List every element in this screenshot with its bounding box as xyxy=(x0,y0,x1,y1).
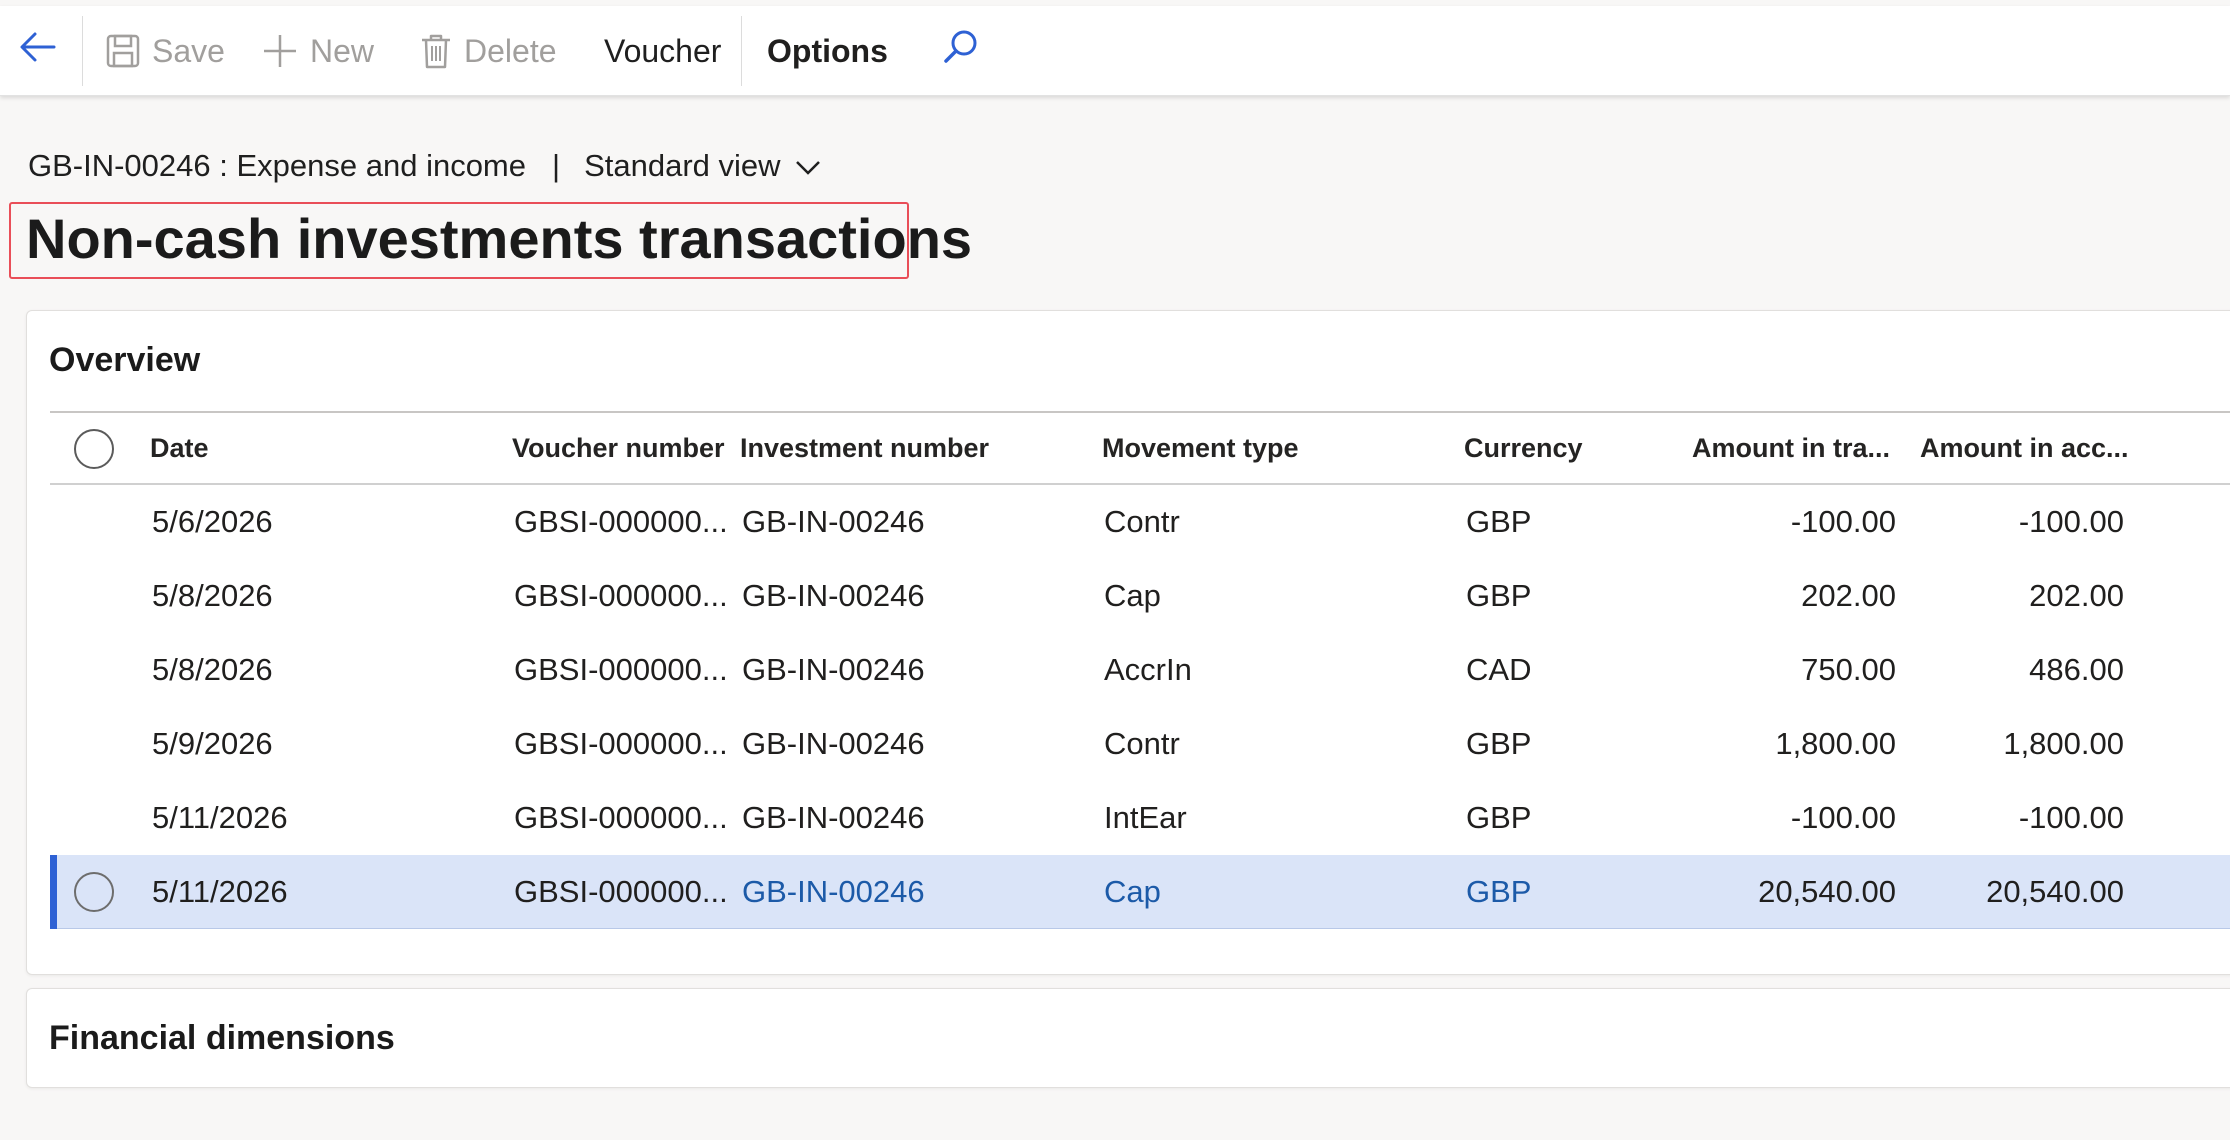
cell-amount-accounting: 20,540.00 xyxy=(1986,873,2124,909)
search-button[interactable] xyxy=(942,6,980,96)
cell-date: 5/8/2026 xyxy=(152,652,273,687)
cell-amount-accounting: 1,800.00 xyxy=(2003,726,2124,761)
cell-voucher-number: GBSI-000000... xyxy=(514,652,728,687)
cell-currency: CAD xyxy=(1466,652,1532,687)
cell-amount-accounting: 486.00 xyxy=(2029,652,2124,687)
new-label: New xyxy=(310,32,375,69)
cell-amount-transaction: -100.00 xyxy=(1790,800,1896,835)
column-header-amount-accounting[interactable]: Amount in acc... xyxy=(1920,413,2129,483)
new-button[interactable]: New xyxy=(262,6,374,96)
column-header-date[interactable]: Date xyxy=(150,413,209,483)
cell-investment-number: GB-IN-00246 xyxy=(742,800,925,835)
column-header-movement-type[interactable]: Movement type xyxy=(1102,413,1299,483)
breadcrumb: GB-IN-00246 : Expense and income | Stand… xyxy=(28,148,821,184)
voucher-button[interactable]: Voucher xyxy=(604,6,721,96)
cell-investment-number: GB-IN-00246 xyxy=(742,578,925,613)
voucher-label: Voucher xyxy=(604,32,722,69)
back-arrow-icon xyxy=(18,27,58,75)
select-all-radio[interactable] xyxy=(74,429,114,469)
cell-investment-number: GB-IN-00246 xyxy=(742,726,925,761)
cell-voucher-number: GBSI-000000... xyxy=(514,578,728,613)
table-row[interactable]: 5/9/2026 GBSI-000000... GB-IN-00246 Cont… xyxy=(50,707,2230,781)
cell-amount-transaction: 1,800.00 xyxy=(1775,726,1896,761)
cell-amount-transaction: 750.00 xyxy=(1801,652,1896,687)
overview-section-title[interactable]: Overview xyxy=(49,341,200,380)
cell-amount-accounting: 202.00 xyxy=(2029,578,2124,613)
cell-voucher-number: GBSI-000000... xyxy=(514,800,728,835)
column-header-investment-number[interactable]: Investment number xyxy=(740,413,989,483)
toolbar-divider xyxy=(741,16,742,86)
cell-date: 5/11/2026 xyxy=(152,873,288,909)
chevron-down-icon xyxy=(781,148,821,184)
cell-movement-type: Contr xyxy=(1104,726,1180,761)
breadcrumb-separator: | xyxy=(552,148,561,183)
save-button[interactable]: Save xyxy=(106,6,225,96)
cell-currency: GBP xyxy=(1466,726,1532,761)
breadcrumb-record: GB-IN-00246 : Expense and income xyxy=(28,148,526,183)
table-row[interactable]: 5/11/2026 GBSI-000000... GB-IN-00246 Int… xyxy=(50,781,2230,855)
cell-currency: GBP xyxy=(1466,578,1532,613)
cell-voucher-number: GBSI-000000... xyxy=(514,726,728,761)
table-row[interactable]: 5/8/2026 GBSI-000000... GB-IN-00246 Cap … xyxy=(50,559,2230,633)
column-header-amount-transaction[interactable]: Amount in tra... xyxy=(1692,413,1890,483)
cell-voucher-number: GBSI-000000... xyxy=(514,504,728,539)
cell-currency: GBP xyxy=(1466,504,1532,539)
grid-header-row: Date Voucher number Investment number Mo… xyxy=(50,413,2230,485)
selected-row-indicator xyxy=(50,855,57,929)
toolbar-divider xyxy=(82,16,83,86)
plus-icon xyxy=(262,33,298,69)
cell-amount-transaction: -100.00 xyxy=(1790,504,1896,539)
delete-label: Delete xyxy=(464,32,557,69)
cell-movement-type: IntEar xyxy=(1104,800,1187,835)
cell-date: 5/8/2026 xyxy=(152,578,273,613)
page-title: Non-cash investments transactions xyxy=(26,207,973,270)
cell-date: 5/9/2026 xyxy=(152,726,273,761)
cell-currency: GBP xyxy=(1466,800,1532,835)
row-select-radio[interactable] xyxy=(74,872,114,912)
options-label: Options xyxy=(767,32,888,69)
column-header-currency[interactable]: Currency xyxy=(1464,413,1583,483)
financial-dimensions-title[interactable]: Financial dimensions xyxy=(49,1019,395,1058)
save-icon xyxy=(106,34,140,68)
column-header-voucher-number[interactable]: Voucher number xyxy=(512,413,725,483)
cell-movement-type: AccrIn xyxy=(1104,652,1192,687)
view-selector-label: Standard view xyxy=(584,148,781,183)
cell-investment-number: GB-IN-00246 xyxy=(742,652,925,687)
cell-amount-transaction: 202.00 xyxy=(1801,578,1896,613)
cell-movement-type: Cap xyxy=(1104,578,1161,613)
cell-movement-type: Contr xyxy=(1104,504,1180,539)
save-label: Save xyxy=(152,32,225,69)
cell-date: 5/6/2026 xyxy=(152,504,273,539)
options-tab[interactable]: Options xyxy=(767,6,888,96)
delete-icon xyxy=(420,33,452,69)
financial-dimensions-section: Financial dimensions xyxy=(26,988,2230,1088)
delete-button[interactable]: Delete xyxy=(420,6,557,96)
action-pane-toolbar: Save New Delete Voucher Options xyxy=(0,6,2230,96)
cell-investment-number-link[interactable]: GB-IN-00246 xyxy=(742,855,925,928)
cell-movement-type-link[interactable]: Cap xyxy=(1104,855,1161,928)
table-row[interactable]: 5/8/2026 GBSI-000000... GB-IN-00246 Accr… xyxy=(50,633,2230,707)
table-row-selected[interactable]: 5/11/2026 GBSI-000000... GB-IN-00246 Cap… xyxy=(50,855,2230,929)
cell-investment-number: GB-IN-00246 xyxy=(742,504,925,539)
back-button[interactable] xyxy=(18,6,58,96)
cell-date: 5/11/2026 xyxy=(152,800,288,835)
cell-voucher-number: GBSI-000000... xyxy=(514,873,728,909)
search-icon xyxy=(942,28,980,74)
cell-amount-transaction: 20,540.00 xyxy=(1758,873,1896,909)
overview-section: Overview Date Voucher number Investment … xyxy=(26,310,2230,975)
cell-currency-link[interactable]: GBP xyxy=(1466,855,1531,928)
cell-amount-accounting: -100.00 xyxy=(2018,800,2124,835)
cell-amount-accounting: -100.00 xyxy=(2018,504,2124,539)
view-selector[interactable]: Standard view xyxy=(584,148,820,184)
table-row[interactable]: 5/6/2026 GBSI-000000... GB-IN-00246 Cont… xyxy=(50,485,2230,559)
